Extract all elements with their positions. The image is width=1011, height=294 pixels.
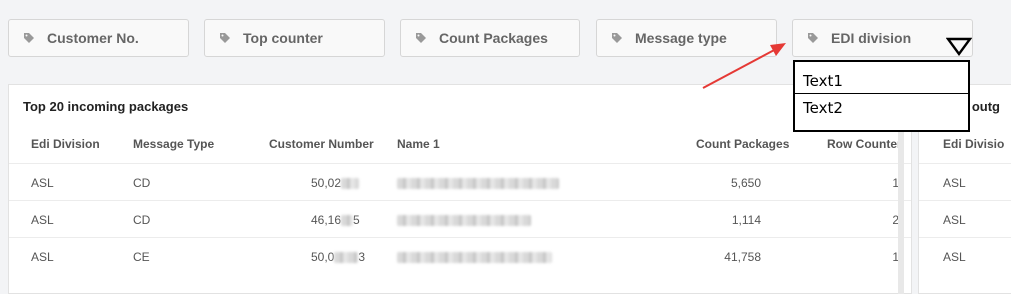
filter-label: EDI division bbox=[831, 30, 912, 46]
filter-message-type[interactable]: Message type bbox=[596, 19, 777, 57]
cell-customer-number: 46,16 5 bbox=[311, 213, 360, 227]
cell-row-counter: 1 bbox=[892, 176, 899, 190]
tag-icon bbox=[24, 33, 34, 43]
col-header-edi-division[interactable]: Edi Division bbox=[31, 137, 100, 151]
cell-message-type: CD bbox=[133, 176, 151, 190]
cell-row-counter: 2 bbox=[892, 213, 899, 227]
col-header-customer-number[interactable]: Customer Number bbox=[269, 137, 374, 151]
table-row[interactable]: ASL bbox=[919, 237, 1011, 275]
cell-edi: ASL bbox=[943, 176, 966, 190]
table-row[interactable]: ASL bbox=[919, 200, 1011, 238]
tag-icon bbox=[220, 33, 230, 43]
col-header-name-1[interactable]: Name 1 bbox=[397, 137, 440, 151]
dropdown-divider bbox=[795, 93, 968, 94]
filter-label: Customer No. bbox=[47, 30, 139, 46]
table-row[interactable]: ASL CD 46,16 5 1,114 2 bbox=[9, 200, 911, 238]
cell-count-packages: 41,758 bbox=[724, 250, 761, 264]
filter-count-packages[interactable]: Count Packages bbox=[400, 19, 580, 57]
cell-count-packages: 1,114 bbox=[731, 213, 761, 227]
incoming-packages-panel: Top 20 incoming packages Edi Division Me… bbox=[8, 84, 912, 294]
cell-name-redacted bbox=[397, 213, 531, 227]
cell-message-type: CE bbox=[133, 250, 150, 264]
edi-division-dropdown[interactable]: Text1 Text2 bbox=[793, 60, 970, 132]
filter-label: Message type bbox=[635, 30, 727, 46]
filter-customer-no[interactable]: Customer No. bbox=[8, 19, 189, 57]
cell-edi: ASL bbox=[31, 176, 54, 190]
col-header-row-counter[interactable]: Row Counter bbox=[827, 137, 902, 151]
filter-label: Top counter bbox=[243, 30, 323, 46]
table-row[interactable]: ASL bbox=[919, 163, 1011, 201]
cell-name-redacted bbox=[397, 176, 559, 190]
col-header-count-packages[interactable]: Count Packages bbox=[696, 137, 789, 151]
panel-title: Top 20 incoming packages bbox=[23, 99, 189, 114]
tag-icon bbox=[612, 33, 622, 43]
cell-customer-number: 50,02 bbox=[311, 176, 360, 190]
filter-label: Count Packages bbox=[439, 30, 548, 46]
tag-icon bbox=[416, 33, 426, 43]
col-header-edi-division[interactable]: Edi Divisio bbox=[943, 137, 1004, 151]
cell-row-counter: 1 bbox=[892, 250, 899, 264]
filter-top-counter[interactable]: Top counter bbox=[204, 19, 385, 57]
cell-message-type: CD bbox=[133, 213, 151, 227]
table-row[interactable]: ASL CE 50,0 3 41,758 1 bbox=[9, 237, 911, 275]
tag-icon bbox=[808, 33, 818, 43]
cell-customer-number: 50,0 3 bbox=[311, 250, 366, 264]
cell-edi: ASL bbox=[31, 213, 54, 227]
cell-edi: ASL bbox=[943, 213, 966, 227]
cell-edi: ASL bbox=[943, 250, 966, 264]
dropdown-triangle-icon[interactable] bbox=[946, 37, 972, 57]
col-header-message-type[interactable]: Message Type bbox=[133, 137, 214, 151]
dropdown-option[interactable]: Text1 bbox=[803, 72, 843, 90]
dropdown-option[interactable]: Text2 bbox=[803, 99, 843, 117]
cell-count-packages: 5,650 bbox=[730, 176, 761, 190]
cell-edi: ASL bbox=[31, 250, 54, 264]
cell-name-redacted bbox=[397, 250, 552, 264]
table-row[interactable]: ASL CD 50,02 5,650 1 bbox=[9, 163, 911, 201]
